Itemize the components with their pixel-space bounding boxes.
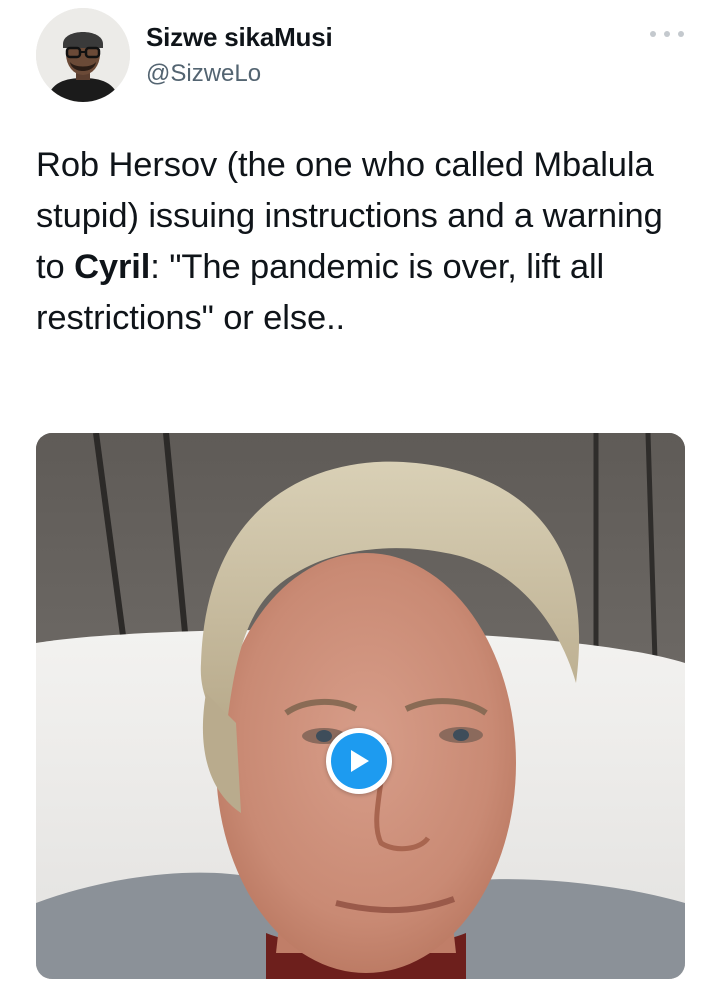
- video-thumbnail[interactable]: [36, 433, 685, 979]
- play-icon: [351, 750, 369, 772]
- bottom-edge: [0, 980, 720, 991]
- avatar[interactable]: [36, 8, 130, 102]
- more-dot: [678, 31, 684, 37]
- tweet-text: Rob Hersov (the one who called Mbalula s…: [36, 140, 696, 344]
- more-dot: [650, 31, 656, 37]
- tweet-text-bold: Cyril: [74, 248, 151, 286]
- play-button[interactable]: [326, 728, 392, 794]
- author-display-name[interactable]: Sizwe sikaMusi: [146, 22, 333, 53]
- play-icon-circle: [331, 733, 387, 789]
- avatar-image: [36, 8, 130, 102]
- video-frame-image: [36, 433, 685, 979]
- author-handle[interactable]: @SizweLo: [146, 60, 261, 88]
- more-options-icon[interactable]: [650, 24, 684, 44]
- more-dot: [664, 31, 670, 37]
- tweet-card: Sizwe sikaMusi @SizweLo Rob Hersov (the …: [0, 0, 720, 991]
